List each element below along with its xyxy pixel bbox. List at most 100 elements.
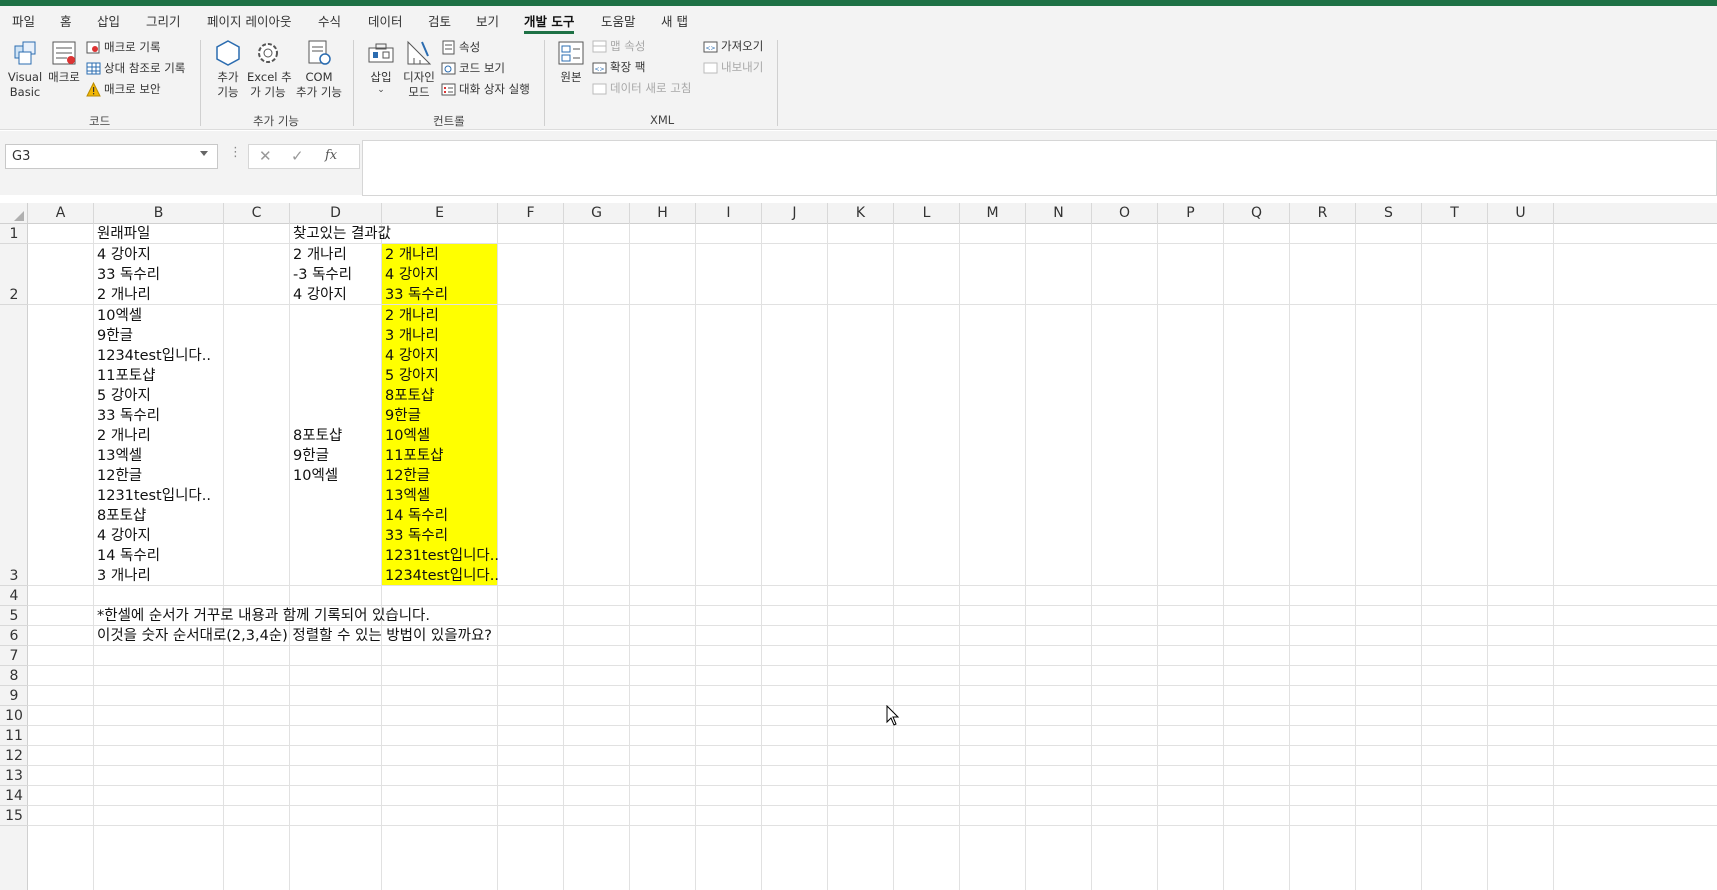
refresh-icon [592,83,607,94]
cell-d2[interactable]: 2 개나리 -3 독수리 4 강아지 [293,245,352,305]
row-header-14[interactable]: 14 [0,786,28,806]
gridline [381,224,382,890]
column-header-a[interactable]: A [28,203,94,224]
enter-icon[interactable]: ✓ [291,147,304,165]
refresh-data-button[interactable]: 데이터 새로 고침 [592,79,691,97]
cell-area[interactable]: 원래파일 찾고있는 결과값 4 강아지 33 독수리 2 개나리 2 개나리 -3 독수리 4… [28,224,1717,890]
xml-source-button[interactable]: 원본 [553,38,589,85]
cell-e2[interactable]: 2 개나리 4 강아지 33 독수리 [385,245,448,305]
tab-view[interactable]: 보기 [476,11,499,31]
cell-d3[interactable]: 8포토샵 9한글 10엑셀 [293,426,342,486]
row-header-12[interactable]: 12 [0,746,28,766]
chevron-down-icon[interactable] [200,151,208,156]
row-header-15[interactable]: 15 [0,806,28,826]
column-header-p[interactable]: P [1158,203,1224,224]
row-header-5[interactable]: 5 [0,606,28,626]
cell-b2[interactable]: 4 강아지 33 독수리 2 개나리 [97,245,160,305]
com-addins-button[interactable]: COM 추가 기능 [294,38,344,100]
tab-file[interactable]: 파일 [12,11,35,31]
import-button[interactable]: <> 가져오기 [703,37,763,55]
more-options-icon[interactable]: ⋮ [229,145,242,160]
column-header-l[interactable]: L [894,203,960,224]
addins-button[interactable]: 추가 기능 [209,38,247,100]
visual-basic-label: Visual Basic [7,70,43,99]
cell-b5[interactable]: *한셀에 순서가 거꾸로 내용과 함께 기록되어 있습니다. [97,606,430,626]
cell-b1[interactable]: 원래파일 [97,224,150,244]
tab-review[interactable]: 검토 [428,11,451,31]
macros-icon [52,41,76,65]
excel-addins-button[interactable]: Excel 추 가 기능 [247,38,292,100]
column-header-i[interactable]: I [696,203,762,224]
cell-d1[interactable]: 찾고있는 결과값 [293,224,391,244]
record-macro-button[interactable]: 매크로 기록 [86,38,161,56]
column-header-d[interactable]: D [290,203,382,224]
row-header-8[interactable]: 8 [0,666,28,686]
cell-b3[interactable]: 10엑셀 9한글 1234test입니다.. 11포토샵 5 강아지 33 독수리 2 개나… [97,306,211,586]
column-header-f[interactable]: F [498,203,564,224]
row-header-1[interactable]: 1 [0,224,28,244]
column-header-m[interactable]: M [960,203,1026,224]
macro-security-button[interactable]: 매크로 보안 [86,80,161,98]
cell-b6[interactable]: 이것을 숫자 순서대로(2,3,4순) 정렬할 수 있는 방법이 있을까요? [97,626,492,646]
column-header-t[interactable]: T [1422,203,1488,224]
expansion-packs-button[interactable]: <> 확장 팩 [592,58,645,76]
export-button[interactable]: 내보내기 [703,58,763,76]
insert-function-icon[interactable]: fx [325,148,337,163]
gridline [28,805,1717,806]
insert-control-button[interactable]: 삽입 ⌄ [364,38,398,95]
column-header-e[interactable]: E [382,203,498,224]
column-header-n[interactable]: N [1026,203,1092,224]
row-header-9[interactable]: 9 [0,686,28,706]
column-header-h[interactable]: H [630,203,696,224]
relative-reference-button[interactable]: 상대 참조로 기록 [86,59,185,77]
addins-group-label: 추가 기능 [253,114,299,128]
gridline [28,665,1717,666]
run-dialog-button[interactable]: 대화 상자 실행 [441,80,530,98]
tab-draw[interactable]: 그리기 [146,11,181,31]
name-box[interactable]: G3 [5,144,218,169]
column-header-c[interactable]: C [224,203,290,224]
column-header-k[interactable]: K [828,203,894,224]
column-header-s[interactable]: S [1356,203,1422,224]
column-header-u[interactable]: U [1488,203,1554,224]
tab-new[interactable]: 새 탭 [661,11,688,31]
column-header-o[interactable]: O [1092,203,1158,224]
tab-page-layout[interactable]: 페이지 레이아웃 [207,11,291,31]
cancel-icon[interactable]: ✕ [259,147,272,165]
row-header-11[interactable]: 11 [0,726,28,746]
row-header-2[interactable]: 2 [0,244,28,305]
column-header-b[interactable]: B [94,203,224,224]
run-dialog-label: 대화 상자 실행 [459,82,530,96]
design-mode-button[interactable]: 디자인 모드 [400,38,438,100]
row-header-4[interactable]: 4 [0,586,28,606]
macros-button[interactable]: 매크로 [46,38,82,85]
tab-data[interactable]: 데이터 [368,11,403,31]
row-header-6[interactable]: 6 [0,626,28,646]
warning-icon [86,81,101,96]
row-header-3[interactable]: 3 [0,305,28,586]
column-header-j[interactable]: J [762,203,828,224]
properties-button[interactable]: 속성 [441,38,480,56]
macros-label: 매크로 [48,70,80,84]
cell-e3[interactable]: 2 개나리 3 개나리 4 강아지 5 강아지 8포토샵 9한글 10엑셀 11포토샵 12한글… [385,306,499,586]
ribbon-tab-bar: 파일 홈 삽입 그리기 페이지 레이아웃 수식 데이터 검토 보기 개발 도구 … [0,6,1717,34]
cell-text-line: 4 강아지 [293,287,347,303]
view-code-button[interactable]: 코드 보기 [441,59,505,77]
select-all-button[interactable] [0,203,28,224]
cell-text-line: 4 강아지 [97,528,151,544]
visual-basic-button[interactable]: Visual Basic [6,38,44,100]
formula-input[interactable] [362,140,1717,196]
cell-text-line: 4 강아지 [97,247,151,263]
tab-insert[interactable]: 삽입 [97,11,120,31]
map-properties-button[interactable]: 맵 속성 [592,37,645,55]
tab-developer[interactable]: 개발 도구 [524,11,575,34]
column-header-r[interactable]: R [1290,203,1356,224]
tab-home[interactable]: 홈 [60,11,72,31]
column-header-q[interactable]: Q [1224,203,1290,224]
row-header-7[interactable]: 7 [0,646,28,666]
row-header-10[interactable]: 10 [0,706,28,726]
tab-help[interactable]: 도움말 [601,11,636,31]
column-header-g[interactable]: G [564,203,630,224]
row-header-13[interactable]: 13 [0,766,28,786]
tab-formulas[interactable]: 수식 [318,11,341,31]
